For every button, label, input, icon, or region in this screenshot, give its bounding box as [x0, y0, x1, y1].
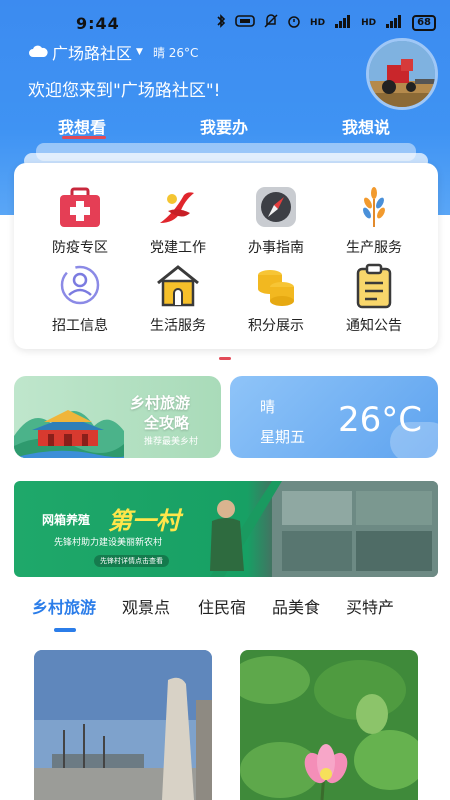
hd-label: HD	[310, 17, 326, 28]
user-icon	[56, 261, 104, 309]
mute-icon	[264, 14, 278, 31]
category-tab-specialty[interactable]: 买特产	[346, 594, 394, 618]
tourism-title-1: 乡村旅游	[130, 394, 191, 412]
services-grid: 防疫专区 党建工作 办事指南 生产服务 招工信息 生活服务 积分展示 通知公告	[14, 163, 438, 349]
active-category-indicator	[54, 628, 76, 632]
service-label: 招工信息	[52, 318, 108, 334]
tourism-photo-street[interactable]	[34, 650, 212, 800]
banner-subtitle: 先锋村助力建设美丽新农村	[54, 538, 163, 548]
avatar[interactable]	[366, 38, 438, 110]
fish-farm-image	[210, 481, 438, 577]
category-tab-food[interactable]: 品美食	[272, 594, 320, 618]
tab-want-do[interactable]: 我要办	[200, 114, 248, 138]
category-tab-homestay[interactable]: 住民宿	[198, 594, 246, 618]
weather-condition: 晴	[260, 398, 276, 416]
status-icons: HD HD 68	[216, 14, 436, 31]
signal-icon	[334, 14, 352, 31]
active-tab-indicator	[62, 136, 106, 139]
service-label: 生产服务	[346, 240, 402, 256]
service-life[interactable]: 生活服务	[130, 261, 226, 335]
service-points[interactable]: 积分展示	[228, 261, 324, 335]
community-selector[interactable]: 广场路社区 ▼ 晴 26°C	[28, 40, 198, 64]
community-name: 广场路社区	[52, 44, 133, 63]
wheat-icon	[350, 183, 398, 231]
clipboard-icon	[350, 261, 398, 309]
banner-highlight: 第一村	[108, 507, 180, 535]
coins-icon	[252, 261, 300, 309]
alarm-icon	[287, 14, 301, 31]
party-emblem-icon	[154, 183, 202, 231]
header-weather: 晴 26°C	[152, 45, 199, 60]
weather-card[interactable]: 晴 星期五 26°C	[230, 376, 438, 458]
tab-want-say[interactable]: 我想说	[342, 114, 390, 138]
banner-text: 网箱养殖	[42, 513, 91, 527]
service-label: 生活服务	[150, 318, 206, 334]
service-label: 积分展示	[248, 318, 304, 334]
compass-icon	[252, 183, 300, 231]
promo-banner[interactable]: 网箱养殖 第一村 先锋村助力建设美丽新农村 先锋村详情点击查看	[14, 481, 438, 577]
service-epidemic[interactable]: 防疫专区	[32, 183, 128, 257]
palace-illustration	[14, 376, 126, 458]
status-time: 9:44	[76, 14, 120, 33]
service-label: 通知公告	[346, 318, 402, 334]
chevron-down-icon: ▼	[136, 47, 143, 57]
cloud-icon	[28, 43, 48, 62]
top-tabs: 我想看 我要办 我想说	[0, 114, 450, 144]
tourism-guide-card[interactable]: 乡村旅游 全攻略 推荐最美乡村	[14, 376, 221, 458]
welcome-text: 欢迎您来到"广场路社区"!	[28, 81, 221, 101]
service-label: 党建工作	[150, 240, 206, 256]
tab-want-see[interactable]: 我想看	[58, 114, 106, 138]
service-recruitment[interactable]: 招工信息	[32, 261, 128, 335]
tourism-subtitle: 推荐最美乡村	[144, 437, 199, 447]
vibrate-icon	[235, 15, 255, 30]
weather-day: 星期五	[260, 428, 306, 446]
service-party-building[interactable]: 党建工作	[130, 183, 226, 257]
hd-label-2: HD	[361, 17, 377, 28]
tourism-title-2: 全攻略	[144, 414, 190, 432]
banner-detail-button[interactable]: 先锋村详情点击查看	[94, 555, 169, 567]
weather-temperature: 26°C	[338, 400, 423, 440]
signal-icon-2	[385, 14, 403, 31]
status-bar: 9:44 HD HD 68	[0, 0, 450, 36]
service-guide[interactable]: 办事指南	[228, 183, 324, 257]
page-indicator	[219, 357, 231, 360]
service-notice[interactable]: 通知公告	[326, 261, 422, 335]
category-tabs: 乡村旅游 观景点 住民宿 品美食 买特产	[0, 594, 450, 624]
first-aid-kit-icon	[56, 183, 104, 231]
tourism-photo-lotus[interactable]	[240, 650, 418, 800]
battery-icon: 68	[412, 14, 436, 31]
category-tab-tourism[interactable]: 乡村旅游	[32, 594, 96, 618]
service-production[interactable]: 生产服务	[326, 183, 422, 257]
bluetooth-icon	[216, 14, 226, 31]
service-label: 防疫专区	[52, 240, 108, 256]
service-label: 办事指南	[248, 240, 304, 256]
category-tab-scenic[interactable]: 观景点	[122, 594, 170, 618]
house-icon	[154, 261, 202, 309]
